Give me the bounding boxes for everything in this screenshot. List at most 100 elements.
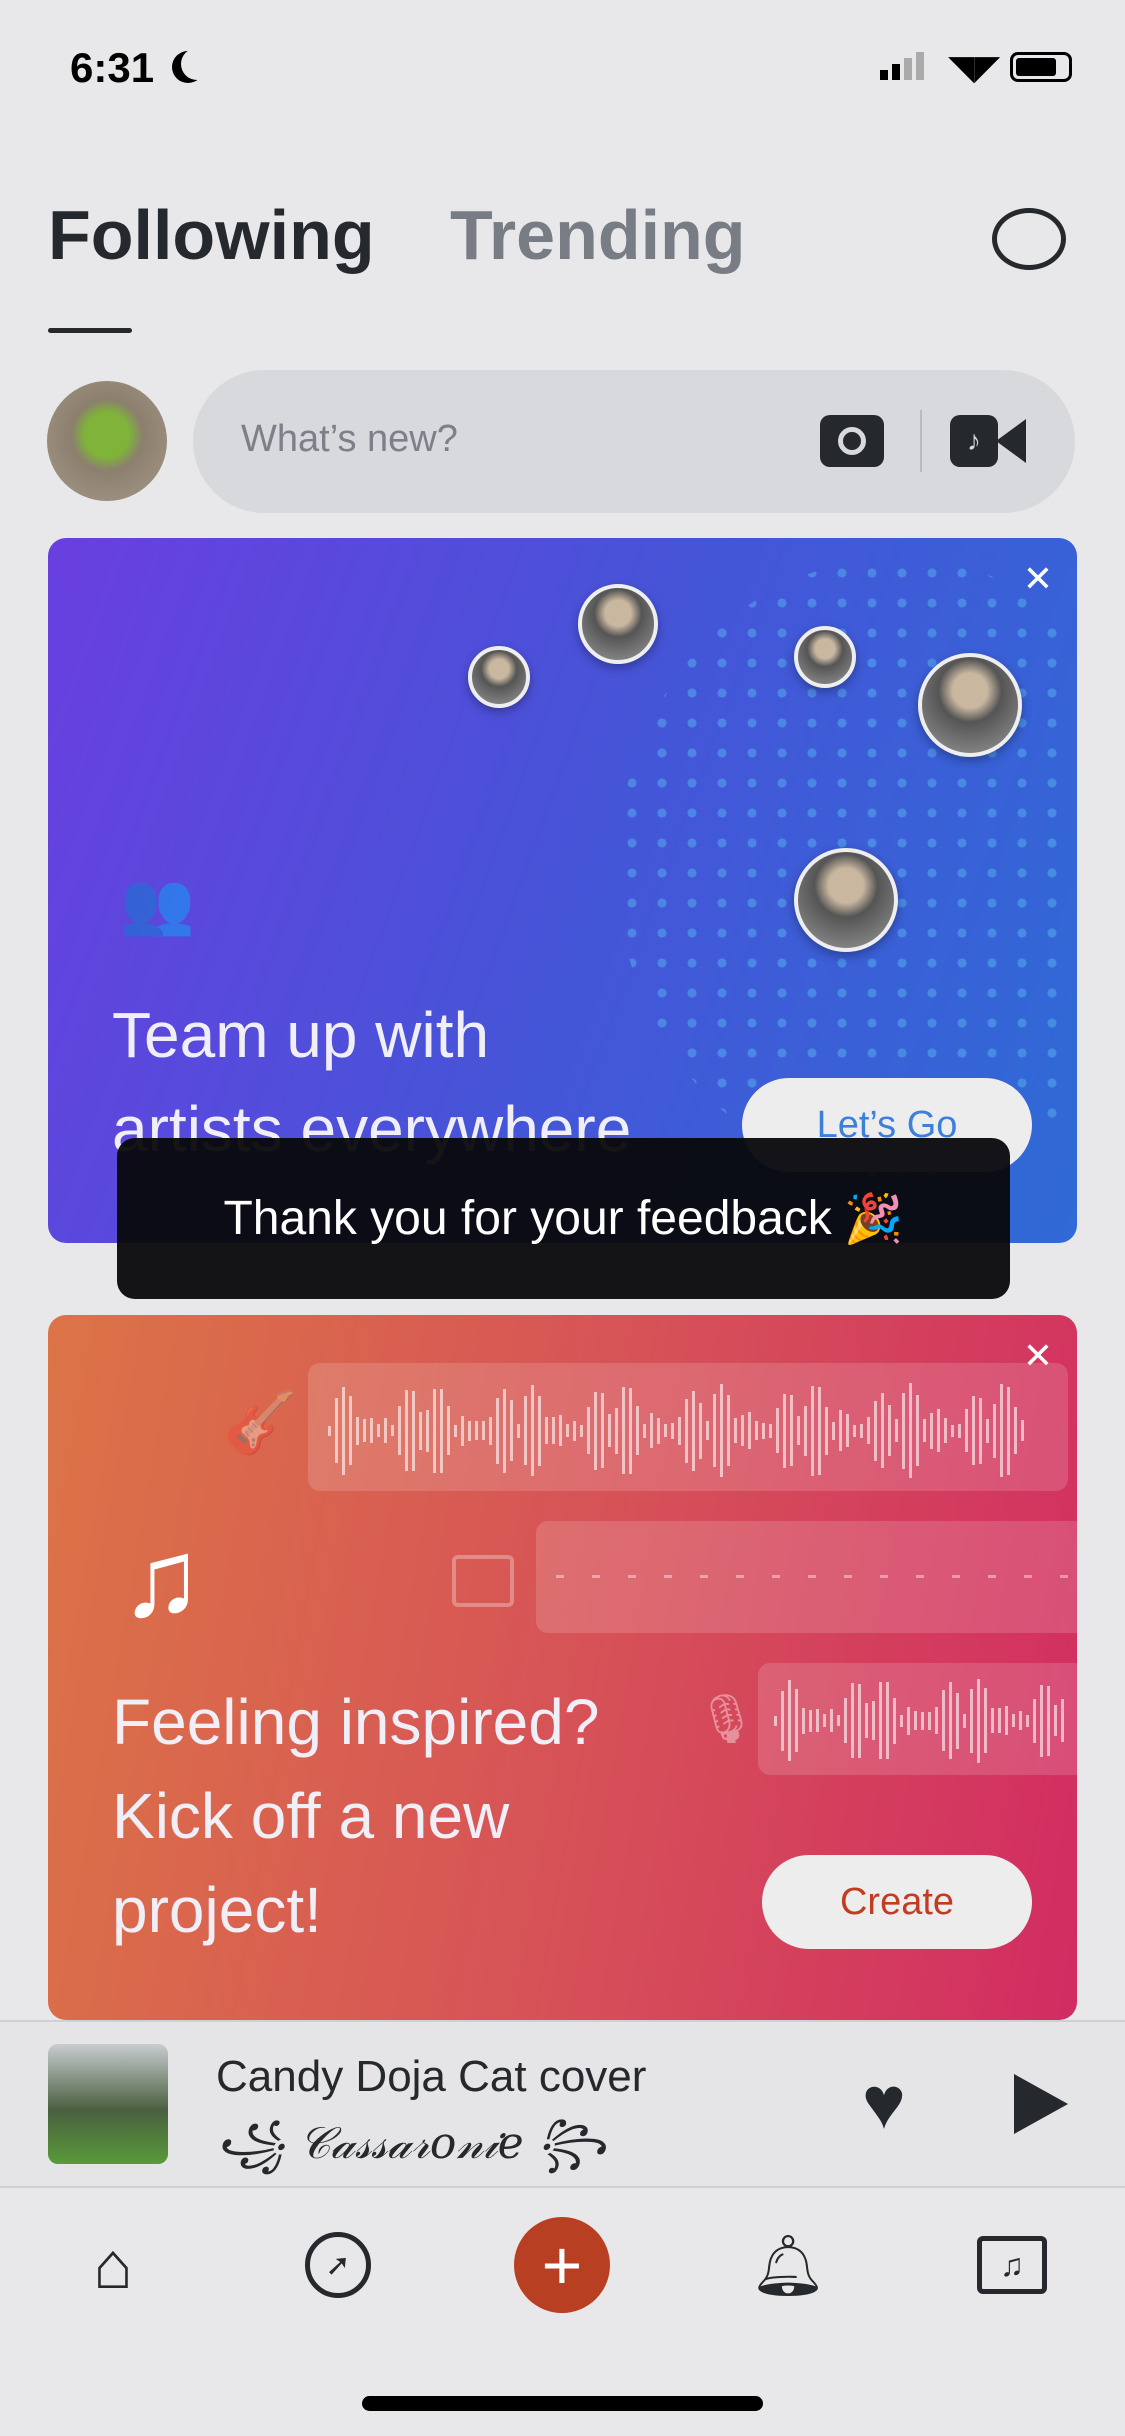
waveform-bar [447, 1406, 450, 1456]
waveform-bar [928, 1711, 931, 1730]
waveform-bar [328, 1425, 331, 1436]
waveform-bar [671, 1422, 674, 1439]
waveform-bar [865, 1703, 868, 1739]
waveform-bar [713, 1394, 716, 1468]
waveform-bar [858, 1684, 861, 1758]
waveform-bar [482, 1421, 485, 1441]
waveform-bar [839, 1410, 842, 1452]
waveform-bar [608, 1414, 611, 1448]
waveform-bar [972, 1396, 975, 1466]
guitar-icon: 🎸 [223, 1389, 298, 1456]
video-icon[interactable]: ♪ [950, 415, 1026, 467]
waveform-bar [734, 1418, 737, 1444]
create-button[interactable]: Create [762, 1855, 1032, 1949]
nav-notifications[interactable]: 🔔︎ [748, 2225, 828, 2305]
waveform-bar [860, 1423, 863, 1438]
waveform-bar [748, 1412, 751, 1450]
bell-icon: 🔔︎ [749, 2231, 827, 2299]
nav-home[interactable]: ⌂ [73, 2225, 153, 2305]
mini-player[interactable]: Candy Doja Cat cover ꧁ 𝒞𝒶𝓈𝓈𝒶𝓇𝑜𝓃𝒾𝑒 ꧂ ♥ [0, 2020, 1125, 2188]
waveform-bar [468, 1420, 471, 1441]
heart-icon[interactable]: ♥ [862, 2066, 906, 2140]
waveform-bar [853, 1424, 856, 1437]
user-avatar[interactable] [47, 381, 167, 501]
waveform-bar [741, 1415, 744, 1447]
waveform-bar [426, 1409, 429, 1452]
waveform-bar [844, 1698, 847, 1744]
battery-icon [1010, 52, 1072, 82]
waveform-bar [998, 1708, 1001, 1734]
drum-machine-icon [452, 1555, 514, 1607]
waveform-bar [935, 1707, 938, 1735]
waveform-bar [356, 1416, 359, 1445]
waveform-bar [837, 1715, 840, 1727]
waveform-bar [398, 1406, 401, 1455]
waveform-bar [804, 1405, 807, 1456]
waveform-bar [984, 1688, 987, 1754]
waveform-bar [615, 1407, 618, 1454]
composer-input[interactable]: What’s new? ♪ [193, 370, 1075, 513]
waveform-bar [538, 1395, 541, 1466]
waveform-bar [454, 1424, 457, 1437]
waveform-track [308, 1363, 1068, 1491]
waveform-bar [900, 1715, 903, 1727]
waveform-bar [797, 1416, 800, 1446]
waveform-bar [788, 1680, 791, 1762]
waveform-bar [956, 1692, 959, 1749]
waveform-bar [503, 1388, 506, 1473]
waveform-bar [795, 1689, 798, 1753]
waveform-bar [816, 1709, 819, 1733]
waveform-bar [636, 1406, 639, 1456]
waveform-bar [986, 1418, 989, 1443]
waveform-bar [692, 1390, 695, 1471]
waveform-bar [965, 1409, 968, 1453]
waveform-bar [643, 1423, 646, 1438]
nav-library[interactable]: ♫ [972, 2225, 1052, 2305]
toast-message: Thank you for your feedback [223, 1192, 832, 1245]
waveform-bar [881, 1393, 884, 1469]
messages-icon[interactable] [992, 208, 1066, 270]
waveform-bar [781, 1690, 784, 1751]
play-icon[interactable] [1014, 2074, 1068, 2134]
waveform-bar [559, 1415, 562, 1446]
waveform-bar [629, 1387, 632, 1474]
waveform-bar [851, 1683, 854, 1759]
home-icon: ⌂ [93, 2228, 133, 2302]
waveform-bar [622, 1387, 625, 1475]
group-icon: 👥 [120, 870, 195, 937]
artist-avatar [794, 848, 898, 952]
waveform-bar [893, 1698, 896, 1744]
promo-card-create: ✕ 🎸 🎙 ♫ Feeling inspired? Kick off a new p… [48, 1315, 1077, 2020]
waveform-bar [979, 1397, 982, 1464]
waveform-bar [783, 1393, 786, 1468]
waveform-bar [1026, 1714, 1029, 1727]
waveform-bar [951, 1424, 954, 1437]
waveform-bar [657, 1417, 660, 1444]
waveform-bar [977, 1679, 980, 1763]
waveform-bar [921, 1711, 924, 1730]
track-artwork [48, 2044, 168, 2164]
nav-explore[interactable]: ➚ [298, 2225, 378, 2305]
waveform-bar [991, 1708, 994, 1734]
waveform-bar [809, 1710, 812, 1732]
waveform-bar [384, 1418, 387, 1444]
tab-trending[interactable]: Trending [450, 195, 746, 275]
waveform-bar [412, 1390, 415, 1471]
close-icon[interactable]: ✕ [1023, 558, 1053, 600]
waveform-bar [1019, 1711, 1022, 1731]
waveform-bar [886, 1682, 889, 1760]
card-title: Feeling inspired? Kick off a new project! [112, 1686, 600, 1946]
waveform-bar [545, 1417, 548, 1445]
waveform-bar [830, 1709, 833, 1733]
waveform-bar [566, 1424, 569, 1438]
waveform-bar [496, 1397, 499, 1464]
plus-icon: + [541, 2226, 583, 2304]
nav-create[interactable]: + [514, 2217, 610, 2313]
waveform-bar [363, 1419, 366, 1443]
waveform-bar [916, 1395, 919, 1467]
tab-following[interactable]: Following [48, 195, 375, 275]
waveform-bar [802, 1707, 805, 1734]
camera-icon[interactable] [820, 415, 884, 467]
waveform-bar [391, 1425, 394, 1437]
waveform-bar [895, 1419, 898, 1443]
